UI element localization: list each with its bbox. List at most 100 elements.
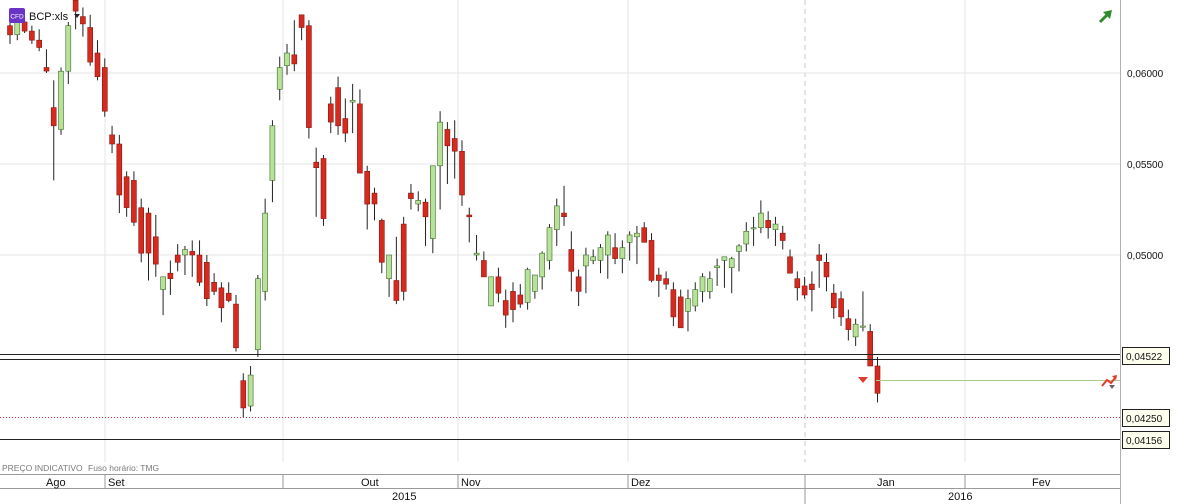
candle-down[interactable]: [670, 289, 677, 318]
candle-down[interactable]: [306, 25, 312, 128]
candle-up[interactable]: [546, 227, 553, 261]
candle-up[interactable]: [488, 276, 494, 307]
candle-up[interactable]: [160, 276, 166, 290]
candle-down[interactable]: [87, 27, 93, 63]
candle-down[interactable]: [196, 254, 203, 283]
candle-down[interactable]: [867, 331, 874, 367]
candle-up[interactable]: [626, 234, 633, 243]
candle-up[interactable]: [692, 289, 699, 307]
candle-up[interactable]: [590, 256, 597, 261]
candle-down[interactable]: [29, 30, 35, 41]
candle-down[interactable]: [342, 118, 349, 134]
plot-area[interactable]: [0, 0, 1120, 474]
candle-down[interactable]: [874, 365, 881, 394]
candle-down[interactable]: [809, 283, 815, 290]
candle-down[interactable]: [459, 151, 465, 196]
candle-down[interactable]: [174, 254, 181, 263]
candle-down[interactable]: [502, 300, 509, 316]
candle-down[interactable]: [131, 180, 137, 223]
candle-up[interactable]: [473, 252, 480, 256]
candle-down[interactable]: [779, 232, 786, 241]
candle-down[interactable]: [816, 254, 823, 261]
candle-up[interactable]: [182, 249, 188, 256]
candle-down[interactable]: [830, 292, 837, 309]
candle-down[interactable]: [677, 296, 684, 329]
candle-up[interactable]: [860, 325, 866, 328]
candle-down[interactable]: [335, 87, 341, 127]
candle-down[interactable]: [233, 303, 239, 349]
candle-down[interactable]: [94, 52, 101, 78]
candle-down[interactable]: [378, 220, 385, 263]
candle-down[interactable]: [357, 103, 363, 174]
candle-down[interactable]: [364, 171, 371, 205]
candle-up[interactable]: [58, 70, 64, 130]
candle-down[interactable]: [291, 54, 298, 65]
candle-down[interactable]: [167, 272, 174, 280]
candle-down[interactable]: [313, 161, 320, 168]
candle-down[interactable]: [575, 276, 582, 292]
candle-down[interactable]: [225, 292, 232, 301]
candle-down[interactable]: [116, 143, 123, 196]
candle-down[interactable]: [43, 67, 50, 72]
candle-up[interactable]: [604, 234, 611, 256]
candle-up[interactable]: [553, 205, 560, 230]
candle-up[interactable]: [539, 252, 546, 278]
candle-down[interactable]: [393, 280, 400, 301]
candle-down[interactable]: [138, 207, 144, 254]
candle-down[interactable]: [320, 158, 327, 219]
candle-up[interactable]: [386, 254, 392, 280]
candle-down[interactable]: [123, 176, 130, 208]
price-chart[interactable]: 0,06000 0,05500 0,05000 0,04522 0,04250 …: [0, 0, 1197, 504]
candle-up[interactable]: [255, 278, 261, 351]
candle-down[interactable]: [7, 25, 13, 36]
candle-up[interactable]: [65, 25, 72, 72]
candle-up[interactable]: [583, 254, 589, 267]
candle-down[interactable]: [655, 274, 662, 281]
candle-down[interactable]: [109, 134, 115, 145]
candle-down[interactable]: [648, 240, 655, 281]
candle-up[interactable]: [284, 52, 290, 66]
candle-up[interactable]: [262, 212, 268, 292]
candle-up[interactable]: [721, 256, 728, 261]
candle-up[interactable]: [429, 165, 436, 239]
candle-down[interactable]: [641, 227, 648, 243]
candle-down[interactable]: [787, 256, 793, 274]
candle-up[interactable]: [852, 323, 859, 338]
candle-down[interactable]: [21, 21, 28, 32]
candle-down[interactable]: [612, 247, 618, 259]
candle-down[interactable]: [80, 16, 86, 25]
candle-down[interactable]: [561, 212, 567, 218]
candle-up[interactable]: [728, 258, 735, 269]
candle-up[interactable]: [349, 100, 356, 103]
candle-down[interactable]: [568, 249, 575, 272]
candle-down[interactable]: [72, 0, 79, 12]
candle-down[interactable]: [451, 138, 458, 152]
candle-down[interactable]: [444, 129, 451, 147]
candle-down[interactable]: [495, 276, 502, 294]
candle-down[interactable]: [466, 214, 473, 218]
candle-down[interactable]: [408, 192, 414, 199]
candle-down[interactable]: [510, 291, 516, 310]
candle-up[interactable]: [247, 374, 254, 407]
candle-up[interactable]: [772, 223, 779, 230]
candle-down[interactable]: [102, 67, 108, 112]
candle-down[interactable]: [204, 261, 210, 299]
candle-up[interactable]: [743, 231, 750, 245]
candle-up[interactable]: [714, 265, 720, 268]
candle-down[interactable]: [481, 260, 487, 278]
candle-up[interactable]: [634, 232, 640, 238]
candle-down[interactable]: [327, 103, 334, 123]
candle-up[interactable]: [276, 67, 283, 90]
candle-up[interactable]: [269, 125, 276, 181]
candle-down[interactable]: [371, 192, 378, 205]
candle-down[interactable]: [422, 201, 429, 218]
candle-up[interactable]: [685, 298, 691, 312]
candle-up[interactable]: [597, 247, 604, 261]
candle-up[interactable]: [699, 276, 706, 292]
candle-down[interactable]: [189, 251, 196, 256]
candle-up[interactable]: [437, 121, 443, 167]
candle-up[interactable]: [736, 245, 742, 252]
candle-down[interactable]: [153, 236, 159, 265]
candle-down[interactable]: [794, 278, 801, 289]
candle-up[interactable]: [619, 247, 626, 259]
